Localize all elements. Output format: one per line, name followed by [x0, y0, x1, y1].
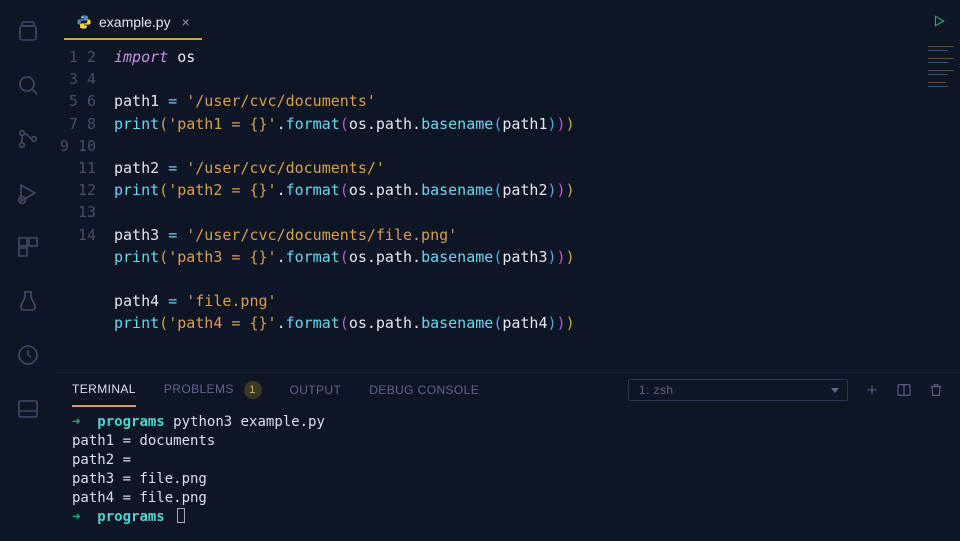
tab-problems-label: PROBLEMS	[164, 382, 234, 396]
minimap[interactable]	[928, 44, 954, 124]
tab-output[interactable]: OUTPUT	[290, 374, 342, 406]
run-button[interactable]	[932, 14, 946, 32]
trash-icon[interactable]	[928, 382, 944, 398]
code-region[interactable]: 1 2 3 4 5 6 7 8 9 10 11 12 13 14 import …	[56, 40, 960, 372]
panel-toolbar: 1: zsh	[628, 379, 944, 401]
source-control-icon[interactable]	[15, 126, 41, 152]
tab-bar: example.py ×	[56, 0, 960, 40]
terminal-shell-select[interactable]: 1: zsh	[628, 379, 848, 401]
panel-icon[interactable]	[15, 396, 41, 422]
explorer-icon[interactable]	[15, 18, 41, 44]
tab-example-py[interactable]: example.py ×	[64, 4, 202, 40]
close-icon[interactable]: ×	[182, 14, 190, 30]
new-terminal-icon[interactable]	[864, 382, 880, 398]
python-file-icon	[76, 14, 92, 30]
timeline-icon[interactable]	[15, 342, 41, 368]
code-content[interactable]: import os path1 = '/user/cvc/documents' …	[114, 46, 960, 372]
run-debug-icon[interactable]	[15, 180, 41, 206]
bottom-panel: TERMINAL PROBLEMS 1 OUTPUT DEBUG CONSOLE…	[56, 372, 960, 541]
line-number-gutter: 1 2 3 4 5 6 7 8 9 10 11 12 13 14	[56, 46, 114, 372]
tab-terminal[interactable]: TERMINAL	[72, 373, 136, 407]
editor-area: example.py × 1 2 3 4 5 6 7 8 9 10 11 12 …	[56, 0, 960, 372]
tab-debug-console[interactable]: DEBUG CONSOLE	[369, 374, 479, 406]
panel-tabs: TERMINAL PROBLEMS 1 OUTPUT DEBUG CONSOLE…	[72, 373, 944, 407]
tab-problems[interactable]: PROBLEMS 1	[164, 372, 262, 408]
tab-filename: example.py	[99, 14, 171, 30]
extensions-icon[interactable]	[15, 234, 41, 260]
terminal-shell-label: 1: zsh	[639, 383, 673, 397]
problems-count-badge: 1	[244, 381, 262, 399]
search-icon[interactable]	[15, 72, 41, 98]
testing-icon[interactable]	[15, 288, 41, 314]
activity-bar	[0, 0, 56, 541]
split-terminal-icon[interactable]	[896, 382, 912, 398]
terminal-output[interactable]: ➜ programs python3 example.py path1 = do…	[72, 407, 944, 541]
